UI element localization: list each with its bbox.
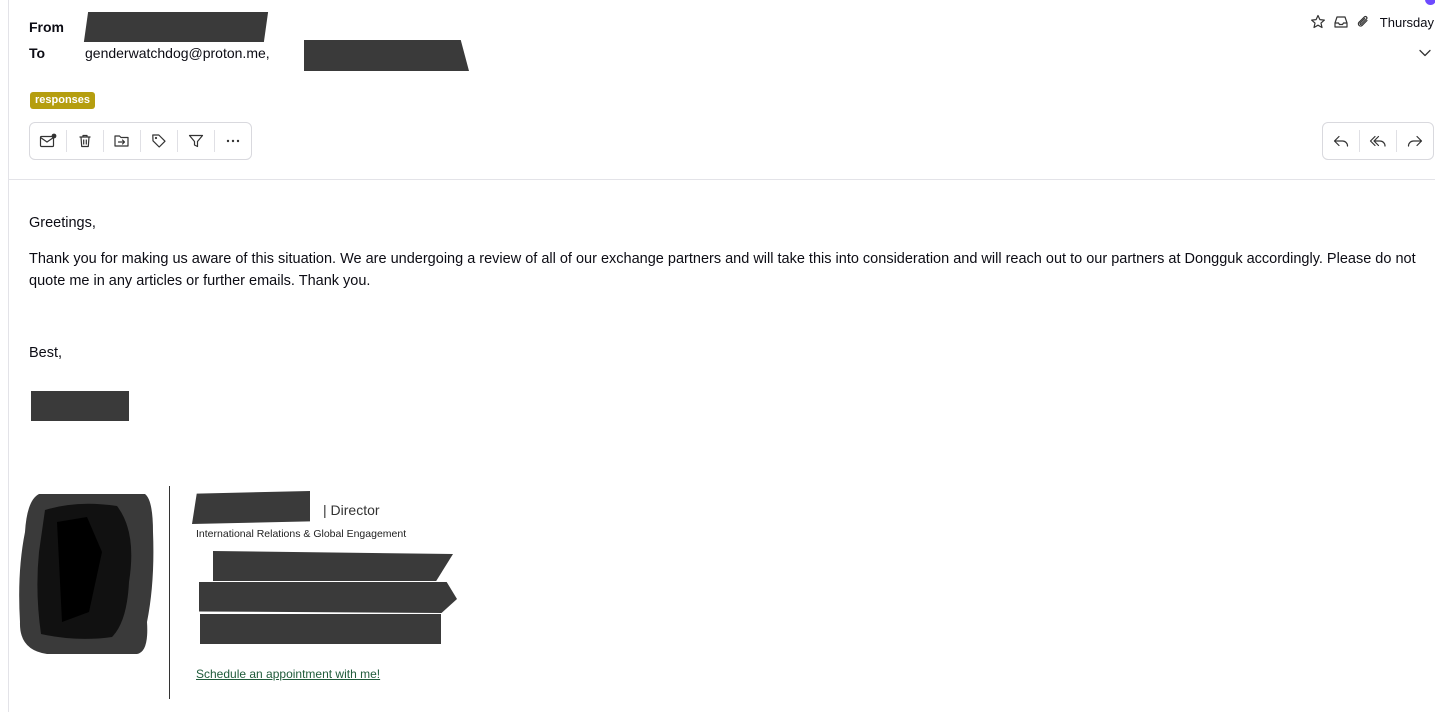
redacted-recipient[interactable] <box>304 40 469 71</box>
redacted-contact-line <box>213 551 453 581</box>
paperclip-icon <box>1356 14 1370 30</box>
tag-icon[interactable] <box>141 123 177 159</box>
notification-dot <box>1425 0 1435 5</box>
redacted-contact-line <box>199 582 457 613</box>
header-divider <box>9 179 1435 180</box>
redacted-sender-name <box>31 391 129 421</box>
message-greeting: Greetings, <box>29 215 96 231</box>
forward-icon[interactable] <box>1397 123 1433 159</box>
filter-icon[interactable] <box>178 123 214 159</box>
star-icon[interactable] <box>1310 14 1326 30</box>
message-view: From To genderwatchdog@proton.me, Thursd… <box>0 0 1435 712</box>
reply-all-icon[interactable] <box>1360 123 1396 159</box>
pane-border <box>8 0 9 712</box>
schedule-appointment-link[interactable]: Schedule an appointment with me! <box>196 667 380 681</box>
signature-photo-redacted <box>17 492 155 655</box>
header-actions: Thursday <box>1310 14 1434 30</box>
from-label: From <box>29 19 64 35</box>
message-toolbar <box>29 122 252 160</box>
reply-icon[interactable] <box>1323 123 1359 159</box>
inbox-icon <box>1333 14 1349 30</box>
more-icon[interactable] <box>215 123 251 159</box>
reply-toolbar <box>1322 122 1434 160</box>
signature-department: International Relations & Global Engagem… <box>196 528 407 540</box>
redacted-contact-line <box>200 614 441 644</box>
move-to-folder-icon[interactable] <box>104 123 140 159</box>
message-closing: Best, <box>29 345 63 361</box>
signature-divider <box>169 486 170 699</box>
to-label: To <box>29 45 46 61</box>
message-date: Thursday <box>1379 14 1434 30</box>
trash-icon[interactable] <box>67 123 103 159</box>
message-paragraph: Thank you for making us aware of this si… <box>29 251 1416 289</box>
redacted-signature-name <box>192 491 310 524</box>
redacted-sender[interactable] <box>83 12 269 42</box>
recipient-address[interactable]: genderwatchdog@proton.me, <box>85 45 270 61</box>
mark-unread-icon[interactable] <box>30 123 66 159</box>
chevron-down-icon[interactable] <box>1417 46 1433 60</box>
signature-role: | Director <box>323 502 380 518</box>
label-badge-responses[interactable]: responses <box>30 92 96 109</box>
